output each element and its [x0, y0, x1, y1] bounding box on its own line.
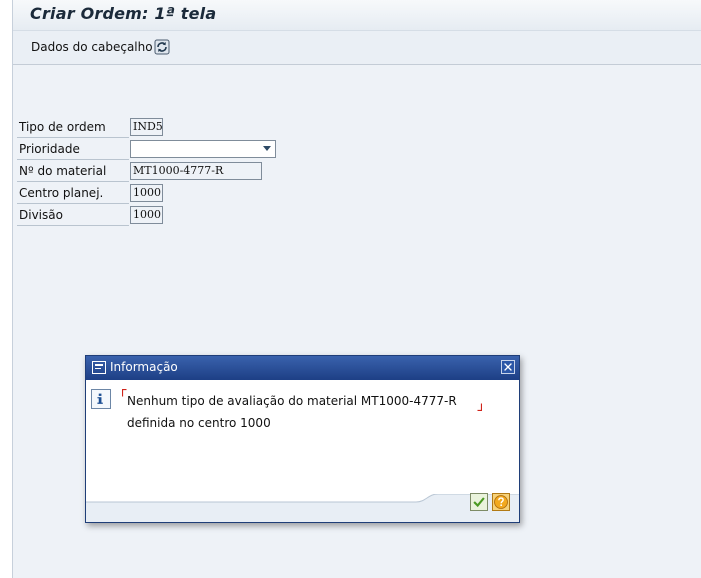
title-bar: Criar Ordem: 1ª tela: [13, 0, 701, 31]
order-type-field[interactable]: IND5: [130, 118, 163, 136]
priority-dropdown[interactable]: [130, 140, 276, 158]
priority-label: Prioridade: [17, 140, 129, 160]
refresh-icon[interactable]: [153, 38, 171, 56]
order-type-label: Tipo de ordem: [17, 118, 129, 138]
bracket-bottom-right: [477, 403, 482, 411]
message-line-2: definida no centro 1000: [127, 416, 271, 430]
application-toolbar: Dados do cabeçalho: [13, 31, 701, 65]
material-label: Nº do material: [17, 162, 129, 182]
check-icon[interactable]: [470, 493, 488, 511]
division-field[interactable]: 1000: [130, 206, 163, 224]
header-data-button[interactable]: Dados do cabeçalho: [31, 40, 153, 54]
division-label: Divisão: [17, 206, 129, 226]
planning-plant-label: Centro planej.: [17, 184, 129, 204]
dialog-title: Informação: [110, 360, 178, 374]
info-icon: [91, 389, 111, 409]
page-title: Criar Ordem: 1ª tela: [30, 4, 217, 23]
dialog-footer: [86, 494, 519, 522]
help-icon[interactable]: [492, 493, 510, 511]
material-field[interactable]: MT1000-4777-R: [130, 162, 262, 180]
planning-plant-field[interactable]: 1000: [130, 184, 163, 202]
window-icon: [92, 361, 106, 374]
information-dialog: Informação Nenhum tipo de avaliação do m…: [85, 355, 520, 523]
chevron-down-icon[interactable]: [263, 146, 271, 151]
message-line-1: Nenhum tipo de avaliação do material MT1…: [127, 394, 457, 408]
dialog-title-bar: Informação: [86, 356, 519, 380]
close-icon[interactable]: [501, 360, 515, 374]
